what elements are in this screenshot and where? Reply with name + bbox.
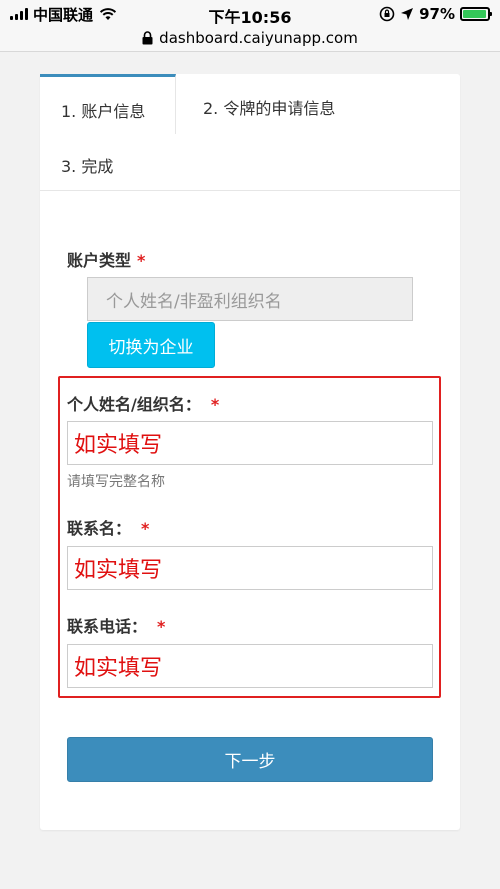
name-label: 个人姓名/组织名： * bbox=[67, 391, 219, 415]
contact-name-input-value: 如实填写 bbox=[74, 558, 163, 583]
location-icon bbox=[401, 8, 414, 20]
orientation-lock-icon bbox=[379, 6, 395, 22]
battery-level bbox=[463, 10, 487, 18]
switch-to-enterprise-button[interactable]: 切换为企业 bbox=[87, 322, 215, 368]
battery-icon bbox=[460, 7, 492, 21]
battery-percent: 97% bbox=[419, 5, 455, 23]
name-label-text: 个人姓名/组织名： bbox=[67, 395, 201, 414]
contact-name-input[interactable]: 如实填写 bbox=[67, 546, 433, 590]
tab-account-info[interactable]: 1. 账户信息 bbox=[40, 74, 176, 134]
signup-form-card: 1. 账户信息 2. 令牌的申请信息 3. 完成 账户类型 * 个人姓名/非盈利组… bbox=[40, 74, 460, 830]
url-text: dashboard.caiyunapp.com bbox=[159, 28, 358, 47]
account-type-value: 个人姓名/非盈利组织名 bbox=[106, 291, 282, 312]
required-mark: * bbox=[210, 395, 220, 414]
name-input[interactable]: 如实填写 bbox=[67, 421, 433, 465]
name-help-text: 请填写完整名称 bbox=[67, 474, 165, 490]
tab-token-application[interactable]: 2. 令牌的申请信息 bbox=[203, 95, 335, 119]
contact-phone-label-text: 联系电话： bbox=[67, 617, 148, 636]
contact-phone-label: 联系电话： * bbox=[67, 613, 165, 637]
contact-name-label: 联系名： * bbox=[67, 515, 149, 539]
name-input-value: 如实填写 bbox=[74, 433, 163, 458]
account-type-label-text: 账户类型 bbox=[67, 251, 132, 270]
required-mark: * bbox=[141, 519, 150, 538]
contact-phone-input-value: 如实填写 bbox=[74, 656, 163, 681]
account-type-label: 账户类型 * bbox=[67, 247, 145, 271]
required-mark: * bbox=[137, 251, 146, 270]
lock-icon bbox=[142, 30, 153, 44]
required-mark: * bbox=[157, 617, 166, 636]
contact-name-label-text: 联系名： bbox=[67, 519, 132, 538]
next-step-button[interactable]: 下一步 bbox=[67, 737, 433, 782]
tab-complete[interactable]: 3. 完成 bbox=[61, 153, 113, 177]
status-bar-right: 97% bbox=[379, 4, 492, 24]
account-type-field: 个人姓名/非盈利组织名 bbox=[87, 277, 413, 321]
step-tabs: 1. 账户信息 2. 令牌的申请信息 3. 完成 bbox=[40, 74, 460, 191]
address-bar[interactable]: dashboard.caiyunapp.com bbox=[0, 24, 500, 52]
contact-phone-input[interactable]: 如实填写 bbox=[67, 644, 433, 688]
